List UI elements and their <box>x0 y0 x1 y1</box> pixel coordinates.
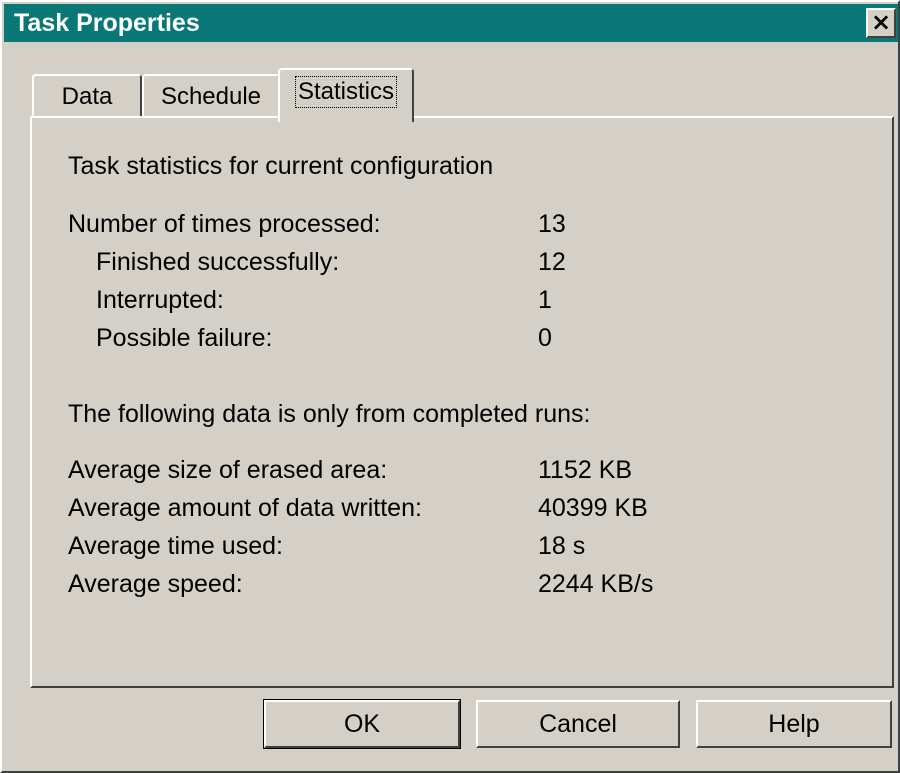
tab-schedule[interactable]: Schedule <box>142 74 280 118</box>
avg-erased-label: Average size of erased area: <box>68 456 388 484</box>
finished-label: Finished successfully: <box>96 248 340 276</box>
failure-value: 0 <box>538 324 552 352</box>
interrupted-value: 1 <box>538 286 552 314</box>
avg-speed-label: Average speed: <box>68 570 243 598</box>
help-button[interactable]: Help <box>696 700 892 748</box>
avg-time-label: Average time used: <box>68 532 283 560</box>
close-icon[interactable]: × <box>866 8 896 38</box>
avg-written-value: 40399 KB <box>538 494 648 522</box>
tab-data[interactable]: Data <box>32 74 142 118</box>
processed-value: 13 <box>538 210 566 238</box>
failure-label: Possible failure: <box>96 324 273 352</box>
interrupted-label: Interrupted: <box>96 286 224 314</box>
title-bar[interactable]: Task Properties × <box>4 4 898 42</box>
finished-value: 12 <box>538 248 566 276</box>
processed-label: Number of times processed: <box>68 210 381 238</box>
tab-schedule-label: Schedule <box>160 83 262 110</box>
statistics-heading: Task statistics for current configuratio… <box>68 152 494 180</box>
avg-time-value: 18 s <box>538 532 586 560</box>
statistics-panel: Task statistics for current configuratio… <box>30 116 894 688</box>
avg-written-label: Average amount of data written: <box>68 494 422 522</box>
task-properties-window: Task Properties × Data Schedule Statisti… <box>0 0 900 773</box>
avg-erased-value: 1152 KB <box>538 456 633 484</box>
ok-button[interactable]: OK <box>263 699 461 749</box>
tab-statistics[interactable]: Statistics <box>278 68 414 122</box>
avg-speed-value: 2244 KB/s <box>538 570 654 598</box>
cancel-button[interactable]: Cancel <box>476 700 680 748</box>
tab-data-label: Data <box>61 83 113 110</box>
tab-statistics-label: Statistics <box>294 76 398 108</box>
window-title: Task Properties <box>14 9 200 37</box>
completed-heading: The following data is only from complete… <box>68 400 591 428</box>
